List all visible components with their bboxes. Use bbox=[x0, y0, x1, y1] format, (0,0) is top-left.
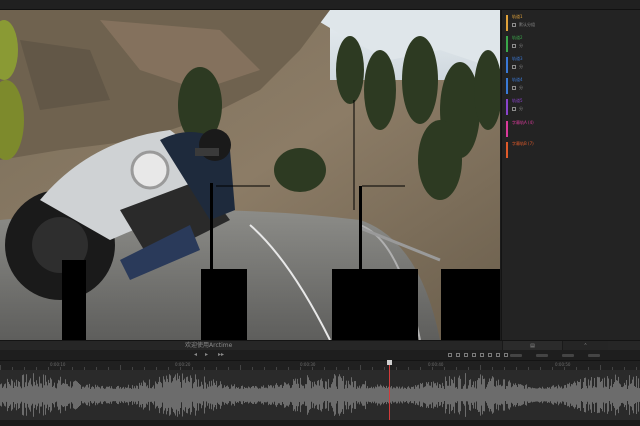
volume-slider[interactable] bbox=[536, 354, 548, 357]
ruler-label: 0:00:40 bbox=[428, 362, 444, 367]
play-icon[interactable]: ▸ bbox=[205, 351, 208, 359]
forward-icon[interactable]: ▸▸ bbox=[218, 351, 224, 359]
track-item[interactable]: 轨道1 默认分组 bbox=[506, 14, 636, 34]
track-color-bar bbox=[506, 36, 508, 52]
magnet-tool-icon[interactable] bbox=[488, 353, 492, 357]
track-item[interactable]: 字幕轨A (4) bbox=[506, 120, 636, 140]
track-item[interactable]: 轨道3 分 bbox=[506, 56, 636, 76]
track-group: 分 bbox=[519, 43, 523, 48]
top-menu-bar bbox=[0, 0, 640, 10]
track-color-bar bbox=[506, 99, 508, 115]
track-group: 分 bbox=[519, 64, 523, 69]
video-frame-motorcycle bbox=[0, 10, 500, 340]
split-tool-icon[interactable] bbox=[472, 353, 476, 357]
track-name: 字幕轨B (7) bbox=[512, 141, 534, 146]
track-color-bar bbox=[506, 57, 508, 73]
merge-tool-icon[interactable] bbox=[480, 353, 484, 357]
track-color-bar bbox=[506, 121, 508, 137]
settings-slider[interactable] bbox=[588, 354, 600, 357]
chevron-up-icon: ⌃ bbox=[583, 343, 588, 349]
status-bar: 欢迎使用Arctime ▤ ⌃ bbox=[0, 340, 640, 351]
lock-icon[interactable] bbox=[512, 44, 516, 48]
video-preview[interactable] bbox=[0, 10, 500, 340]
track-group: 分 bbox=[519, 85, 523, 90]
time-ruler[interactable]: 0:00:10 0:00:20 0:00:30 0:00:40 0:00:50 bbox=[0, 360, 640, 370]
arctime-app: 轨道1 默认分组 轨道2 分 轨道3 分 轨道4 分 轨道5 分 字幕轨A (4… bbox=[0, 0, 640, 426]
playhead[interactable] bbox=[389, 360, 390, 420]
track-item[interactable]: 轨道5 分 bbox=[506, 98, 636, 118]
zoom-tool-icon[interactable] bbox=[496, 353, 500, 357]
track-name: 字幕轨A (4) bbox=[512, 120, 534, 125]
lock-icon[interactable] bbox=[512, 65, 516, 69]
marker-tool-icon[interactable] bbox=[504, 353, 508, 357]
speed-slider[interactable] bbox=[562, 354, 574, 357]
timeline-toolbar: ◂ ▸ ▸▸ bbox=[0, 350, 640, 360]
waveform-graph bbox=[0, 373, 640, 417]
rewind-icon[interactable]: ◂ bbox=[194, 351, 197, 359]
cut-tool-icon[interactable] bbox=[448, 353, 452, 357]
track-color-bar bbox=[506, 15, 508, 31]
track-list-panel: 轨道1 默认分组 轨道2 分 轨道3 分 轨道4 分 轨道5 分 字幕轨A (4… bbox=[501, 10, 640, 340]
lock-icon[interactable] bbox=[512, 107, 516, 111]
audio-waveform[interactable] bbox=[0, 370, 640, 420]
lock-icon[interactable] bbox=[512, 86, 516, 90]
track-group: 默认分组 bbox=[519, 22, 535, 27]
playhead-handle[interactable] bbox=[387, 360, 392, 365]
move-tool-icon[interactable] bbox=[464, 353, 468, 357]
lock-icon[interactable] bbox=[512, 23, 516, 27]
track-name: 轨道1 bbox=[512, 14, 523, 19]
track-group: 分 bbox=[519, 106, 523, 111]
ruler-label: 0:00:20 bbox=[175, 362, 191, 367]
track-name: 轨道2 bbox=[512, 35, 523, 40]
track-item[interactable]: 字幕轨B (7) bbox=[506, 141, 636, 161]
track-item[interactable]: 轨道4 分 bbox=[506, 77, 636, 97]
track-name: 轨道4 bbox=[512, 77, 523, 82]
edit-tools bbox=[448, 351, 508, 359]
zoom-controls bbox=[510, 351, 600, 359]
zoom-slider[interactable] bbox=[510, 354, 522, 357]
select-tool-icon[interactable] bbox=[456, 353, 460, 357]
ruler-label: 0:00:50 bbox=[555, 362, 571, 367]
ruler-label: 0:00:10 bbox=[50, 362, 66, 367]
track-color-bar bbox=[506, 78, 508, 94]
welcome-message: 欢迎使用Arctime bbox=[185, 342, 233, 349]
track-name: 轨道3 bbox=[512, 56, 523, 61]
ruler-label: 0:00:30 bbox=[300, 362, 316, 367]
track-name: 轨道5 bbox=[512, 98, 523, 103]
track-color-bar bbox=[506, 142, 508, 158]
list-icon: ▤ bbox=[530, 343, 535, 349]
horizontal-scrollbar[interactable] bbox=[0, 420, 640, 426]
track-item[interactable]: 轨道2 分 bbox=[506, 35, 636, 55]
